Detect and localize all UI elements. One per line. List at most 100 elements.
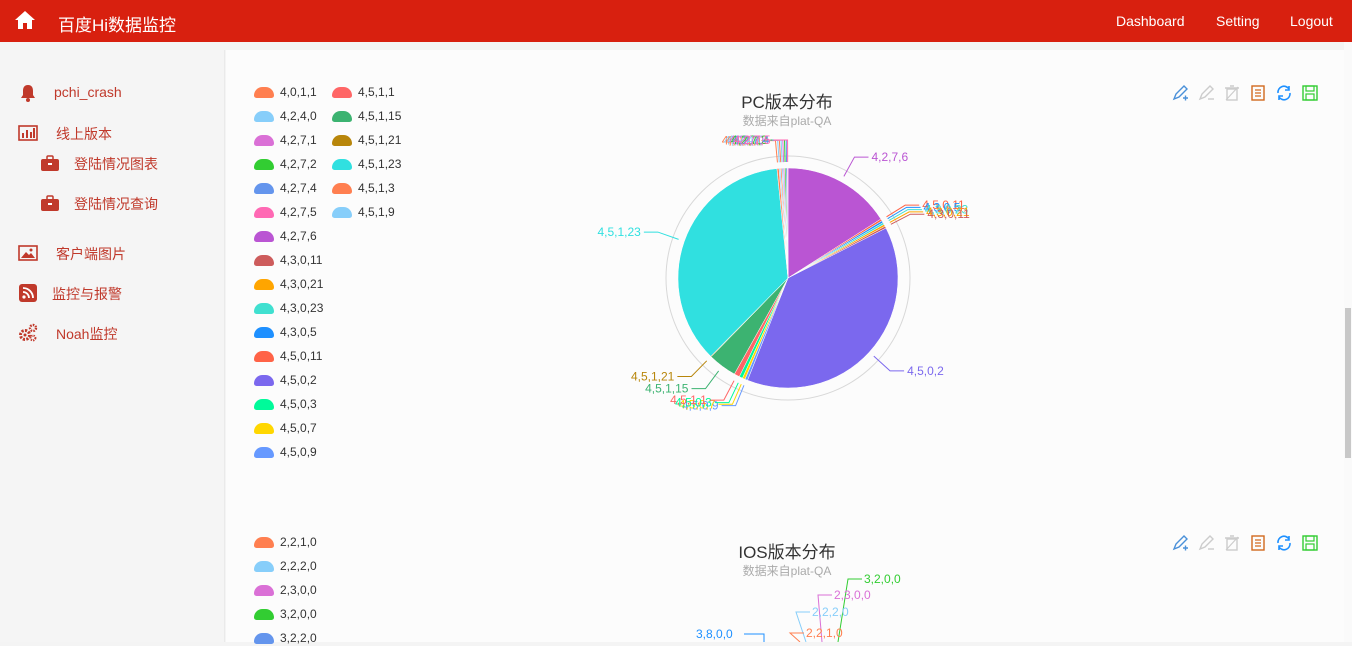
sidebar-item-pchi-crash[interactable]: pchi_crash: [18, 82, 198, 104]
legend-swatch: [332, 159, 352, 170]
legend-label: 4,2,7,2: [280, 157, 317, 171]
legend-swatch: [254, 609, 274, 620]
legend-label: 4,5,0,3: [280, 397, 317, 411]
legend-swatch: [254, 135, 274, 146]
legend-label: 4,5,0,9: [280, 445, 317, 459]
briefcase-icon: [41, 195, 59, 211]
sidebar-item-label: 登陆情况查询: [74, 196, 158, 212]
legend-label: 2,2,2,0: [280, 559, 317, 573]
legend-swatch: [332, 111, 352, 122]
legend-label: 4,3,0,11: [280, 253, 323, 267]
sidebar-item-online-version[interactable]: 线上版本: [18, 122, 198, 144]
legend-label: 4,3,0,5: [280, 325, 317, 339]
legend-label: 4,5,1,21: [358, 133, 402, 147]
save-icon[interactable]: [1301, 534, 1319, 552]
legend-swatch: [254, 159, 274, 170]
legend-swatch: [254, 279, 274, 290]
main-content: 4,0,1,1 4,2,4,0 4,2,7,1 4,2,7,2 4,2,7,4 4,2,7…: [226, 50, 1344, 645]
legend-swatch: [254, 327, 274, 338]
mark-icon[interactable]: [1171, 534, 1189, 552]
bell-icon: [21, 85, 35, 102]
legend-swatch: [332, 183, 352, 194]
legend-swatch: [254, 423, 274, 434]
legend-swatch: [254, 633, 274, 644]
sidebar-item-login-query[interactable]: 登陆情况查询: [40, 192, 200, 214]
legend-label: 4,0,1,1: [280, 85, 317, 99]
clear-icon[interactable]: [1223, 84, 1241, 102]
pie-leader-line: [843, 156, 869, 177]
legend-label: 4,5,0,2: [280, 373, 317, 387]
pie-leader-line: [744, 633, 765, 642]
legend-swatch: [254, 447, 274, 458]
legend-label: 4,5,1,15: [358, 109, 402, 123]
data-view-icon[interactable]: [1249, 84, 1267, 102]
pie-label: 2,2,2,0: [812, 605, 849, 619]
sidebar-item-label: 监控与报警: [52, 286, 122, 302]
ios-chart-title: IOS版本分布: [738, 543, 836, 562]
pie-label: 4,5,0,2: [907, 364, 944, 378]
gears-icon: [19, 323, 38, 342]
image-icon: [18, 245, 38, 261]
pie-label: 3,8,0,0: [696, 627, 733, 641]
page-scrollbar[interactable]: [1344, 42, 1352, 642]
legend-swatch: [254, 561, 274, 572]
legend-swatch: [332, 207, 352, 218]
legend-label: 4,5,1,23: [358, 157, 402, 171]
pie-leader-line: [691, 370, 720, 390]
data-view-icon[interactable]: [1249, 534, 1267, 552]
legend-label: 4,5,1,1: [358, 85, 395, 99]
unmark-icon[interactable]: [1197, 84, 1215, 102]
legend-label: 4,5,1,9: [358, 205, 395, 219]
briefcase-icon: [41, 155, 59, 171]
legend-label: 4,2,7,6: [280, 229, 317, 243]
mark-icon[interactable]: [1171, 84, 1189, 102]
sidebar-item-monitoring-alerts[interactable]: 监控与报警: [18, 282, 198, 304]
legend-swatch: [332, 135, 352, 146]
pie-label: 4,3,0,11: [927, 207, 970, 221]
pie-label: 4,5,1,21: [631, 369, 675, 383]
legend-label: 4,5,0,7: [280, 421, 317, 435]
pie-label: 2,2,1,0: [806, 626, 843, 640]
legend-swatch: [254, 255, 274, 266]
pie-leader-line: [788, 632, 804, 642]
nav-setting[interactable]: Setting: [1216, 13, 1260, 29]
refresh-icon[interactable]: [1275, 84, 1293, 102]
legend-label: 4,2,7,5: [280, 205, 317, 219]
legend-label: 3,2,2,0: [280, 631, 317, 645]
pie-label: 3,2,0,0: [864, 572, 901, 586]
sidebar-item-client-images[interactable]: 客户端图片: [18, 242, 198, 264]
scrollbar-thumb[interactable]: [1345, 308, 1351, 458]
sidebar-item-label: Noah监控: [56, 326, 118, 342]
save-icon[interactable]: [1301, 84, 1319, 102]
nav-dashboard[interactable]: Dashboard: [1116, 13, 1185, 29]
sidebar-item-noah-monitor[interactable]: Noah监控: [18, 322, 198, 344]
pc-pie-chart: 4,2,7,64,5,0,114,3,0,54,3,0,234,3,0,214,…: [597, 133, 970, 413]
pie-label: 4,5,1,15: [645, 382, 689, 396]
sidebar-item-label: 线上版本: [56, 126, 112, 142]
sidebar-item-login-chart[interactable]: 登陆情况图表: [40, 152, 200, 174]
unmark-icon[interactable]: [1197, 534, 1215, 552]
legend-swatch: [254, 87, 274, 98]
pie-label: 4,2,7,5: [734, 133, 771, 147]
sidebar-item-label: pchi_crash: [54, 84, 122, 100]
home-icon[interactable]: [14, 10, 36, 30]
legend-swatch: [254, 351, 274, 362]
app-title[interactable]: 百度Hi数据监控: [58, 11, 176, 36]
sidebar-item-label: 客户端图片: [56, 246, 126, 262]
nav-logout[interactable]: Logout: [1290, 13, 1333, 29]
legend-swatch: [254, 537, 274, 548]
clear-icon[interactable]: [1223, 534, 1241, 552]
refresh-icon[interactable]: [1275, 534, 1293, 552]
legend-swatch: [254, 231, 274, 242]
legend-swatch: [254, 111, 274, 122]
legend-label: 4,2,4,0: [280, 109, 317, 123]
legend-swatch: [254, 399, 274, 410]
pie-label: 4,5,1,23: [597, 225, 641, 239]
legend-label: 4,2,7,1: [280, 133, 317, 147]
ios-pie-chart: 3,2,0,0 2,3,0,0 2,2,2,0 2,2,1,0 3,8,0,0: [696, 572, 901, 642]
legend-swatch: [254, 303, 274, 314]
legend-label: 4,2,7,4: [280, 181, 317, 195]
top-navbar: 百度Hi数据监控 Dashboard Setting Logout: [0, 0, 1352, 42]
rss-icon: [19, 284, 37, 302]
legend-swatch: [254, 207, 274, 218]
